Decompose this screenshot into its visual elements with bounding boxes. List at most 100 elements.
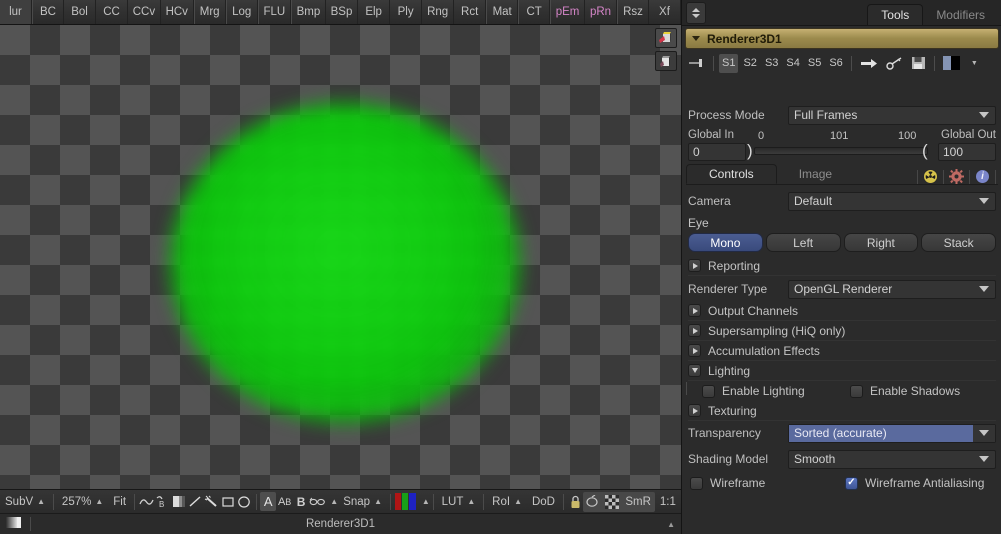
- gradient-icon[interactable]: [171, 492, 187, 511]
- expander-collapsed-icon[interactable]: [688, 324, 701, 337]
- expander-collapsed-icon[interactable]: [688, 404, 701, 417]
- range-handle-in[interactable]: ): [747, 142, 753, 159]
- tool-button-lur[interactable]: lur: [0, 0, 32, 24]
- curve-icon[interactable]: [138, 492, 154, 511]
- fit-button[interactable]: Fit: [108, 491, 131, 513]
- line-icon[interactable]: [187, 492, 203, 511]
- chevron-up-icon[interactable]: ▲: [667, 520, 675, 529]
- tool-button-mat[interactable]: Mat: [486, 0, 519, 24]
- state-button-s5[interactable]: S5: [805, 54, 824, 73]
- text-bold-icon[interactable]: B: [293, 492, 309, 511]
- roi-button[interactable]: RoI ▲: [487, 491, 527, 513]
- eye-button-stack[interactable]: Stack: [921, 233, 996, 252]
- tool-button-rng[interactable]: Rng: [422, 0, 455, 24]
- axis-cube-selected-icon[interactable]: [655, 28, 677, 48]
- expander-collapsed-icon[interactable]: [688, 259, 701, 272]
- lock-icon[interactable]: [567, 492, 583, 511]
- section-supersampling[interactable]: Supersampling (HiQ only): [688, 321, 996, 341]
- expander-collapsed-icon[interactable]: [688, 344, 701, 357]
- section-reporting[interactable]: Reporting: [688, 256, 996, 276]
- dod-button[interactable]: DoD: [527, 491, 560, 513]
- tool-button-cc[interactable]: CC: [96, 0, 128, 24]
- floppy-disk-icon[interactable]: [908, 54, 929, 73]
- checkbox-wireframe[interactable]: [690, 476, 703, 490]
- state-button-s3[interactable]: S3: [762, 54, 781, 73]
- tool-button-ply[interactable]: Ply: [390, 0, 423, 24]
- info-icon[interactable]: i: [975, 169, 990, 184]
- subview-button[interactable]: SubV ▲: [0, 491, 50, 513]
- eye-button-left[interactable]: Left: [765, 233, 841, 252]
- chevron-down-icon[interactable]: ▼: [971, 60, 978, 67]
- eye-button-mono[interactable]: Mono: [688, 233, 763, 252]
- global-in-input[interactable]: 0: [688, 143, 746, 161]
- checkbox-enable-shadows[interactable]: [850, 384, 863, 398]
- expander-expanded-icon[interactable]: [688, 364, 701, 377]
- tool-button-elp[interactable]: Elp: [358, 0, 391, 24]
- arrow-right-icon[interactable]: [857, 54, 881, 73]
- tool-button-pem[interactable]: pEm: [550, 0, 585, 24]
- rgb-channels-icon[interactable]: [394, 492, 418, 511]
- section-accumulation-effects[interactable]: Accumulation Effects: [688, 341, 996, 361]
- state-button-s6[interactable]: S6: [826, 54, 845, 73]
- tool-button-xf[interactable]: Xf: [649, 0, 681, 24]
- pin-icon[interactable]: [685, 54, 708, 73]
- pixel-ratio-button[interactable]: 1:1: [655, 491, 681, 513]
- tool-button-bc[interactable]: BC: [32, 0, 64, 24]
- tool-button-ct[interactable]: CT: [518, 0, 551, 24]
- range-slider-track[interactable]: [754, 147, 928, 155]
- enable-shadows-row[interactable]: Enable Shadows: [850, 381, 960, 401]
- process-mode-dropdown[interactable]: Full Frames: [788, 105, 996, 125]
- axis-cube-icon[interactable]: [655, 51, 677, 71]
- subtab-image[interactable]: Image: [777, 164, 854, 184]
- text-ab-icon[interactable]: AB: [276, 492, 292, 511]
- transparency-caret-area[interactable]: [973, 424, 995, 442]
- eye-button-right[interactable]: Right: [843, 233, 919, 252]
- node-header[interactable]: Renderer3D1: [685, 28, 999, 49]
- text-a-icon[interactable]: A: [259, 492, 277, 511]
- tab-tools[interactable]: Tools: [867, 4, 924, 25]
- global-out-input[interactable]: 100: [938, 143, 996, 161]
- rectangle-icon[interactable]: [220, 492, 236, 511]
- section-texturing[interactable]: Texturing: [688, 401, 996, 421]
- zoom-level-button[interactable]: 257% ▲: [57, 491, 108, 513]
- range-handle-out[interactable]: (: [922, 142, 928, 159]
- panel-spinner-button[interactable]: [686, 2, 706, 24]
- tool-button-flu[interactable]: FLU: [257, 0, 291, 24]
- ellipse-icon[interactable]: [237, 492, 253, 511]
- renderer-type-dropdown[interactable]: OpenGL Renderer: [788, 279, 996, 299]
- checkerboard-icon[interactable]: [602, 492, 621, 511]
- wireframe-antialiasing-row[interactable]: ✓ Wireframe Antialiasing: [845, 473, 984, 493]
- tool-button-bmp[interactable]: Bmp: [290, 0, 326, 24]
- subtab-controls[interactable]: Controls: [686, 164, 777, 184]
- tool-button-log[interactable]: Log: [225, 0, 258, 24]
- tool-button-rct[interactable]: Rct: [454, 0, 487, 24]
- wireframe-row[interactable]: Wireframe: [690, 473, 765, 493]
- section-output-channels[interactable]: Output Channels: [688, 301, 996, 321]
- state-button-s1[interactable]: S1: [719, 53, 739, 73]
- transparency-dropdown[interactable]: Sorted (accurate): [788, 423, 996, 443]
- color-swatch-icon[interactable]: [940, 54, 965, 73]
- snap-button[interactable]: Snap ▲: [338, 491, 387, 513]
- state-button-s4[interactable]: S4: [783, 54, 802, 73]
- tool-button-bsp[interactable]: BSp: [326, 0, 359, 24]
- glasses-icon[interactable]: [309, 492, 326, 511]
- shading-model-dropdown[interactable]: Smooth: [788, 449, 996, 469]
- tool-button-prn[interactable]: pRn: [585, 0, 617, 24]
- state-button-s2[interactable]: S2: [740, 54, 759, 73]
- subpixel-icon[interactable]: B: [154, 492, 170, 511]
- key-icon[interactable]: [883, 54, 906, 73]
- hazard-icon[interactable]: [923, 169, 938, 184]
- image-viewer[interactable]: [0, 25, 681, 489]
- tool-button-hcv[interactable]: HCv: [161, 0, 194, 24]
- smr-button[interactable]: SmR: [621, 491, 655, 513]
- lut-button[interactable]: LUT ▲: [437, 491, 481, 513]
- expander-collapsed-icon[interactable]: [688, 304, 701, 317]
- gear-icon[interactable]: [949, 169, 964, 184]
- wand-icon[interactable]: [204, 492, 220, 511]
- tool-button-bol[interactable]: Bol: [64, 0, 96, 24]
- tool-button-rsz[interactable]: Rsz: [616, 0, 649, 24]
- checkbox-enable-lighting[interactable]: [702, 384, 715, 398]
- tool-button-mrg[interactable]: Mrg: [193, 0, 226, 24]
- tool-button-ccv[interactable]: CCv: [128, 0, 161, 24]
- tab-modifiers[interactable]: Modifiers: [923, 4, 998, 25]
